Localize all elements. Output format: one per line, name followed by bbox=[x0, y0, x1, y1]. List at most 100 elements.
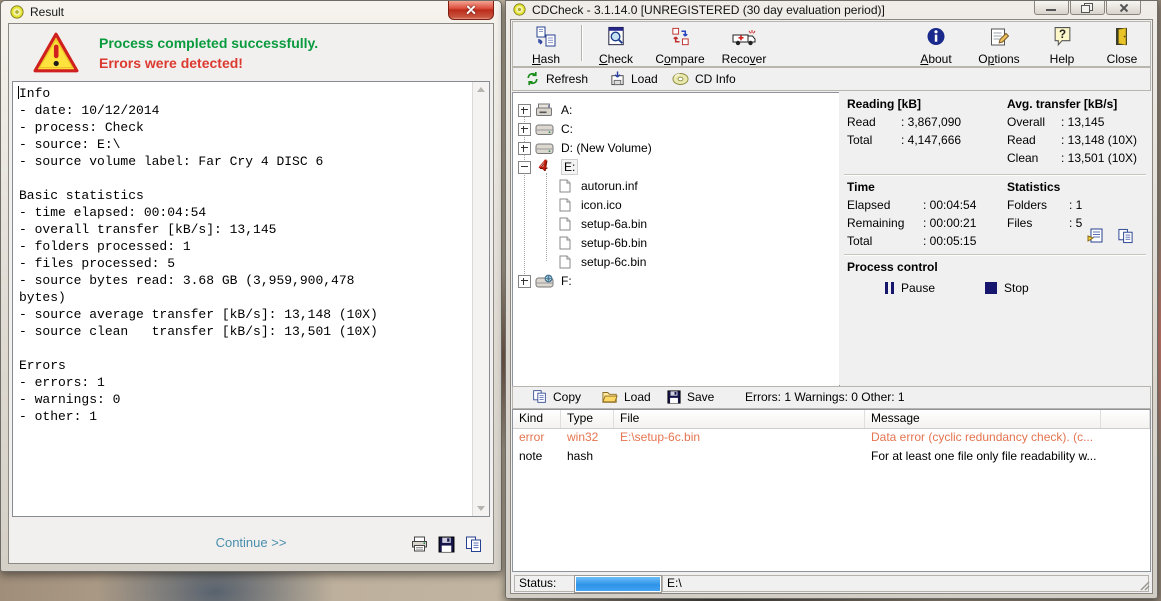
tree-item-file[interactable]: setup-6a.bin bbox=[513, 215, 839, 234]
process-control-title: Process control bbox=[847, 260, 938, 274]
expand-plus-icon[interactable] bbox=[518, 142, 531, 155]
hard-drive-icon bbox=[535, 124, 554, 136]
minimize-icon[interactable] bbox=[1034, 1, 1069, 15]
stat-value: : 00:00:21 bbox=[923, 216, 976, 230]
svg-text:?: ? bbox=[1058, 29, 1065, 41]
pause-icon bbox=[885, 282, 894, 294]
stat-value: : 5 bbox=[1069, 216, 1082, 230]
save-icon[interactable] bbox=[438, 536, 455, 553]
collapse-minus-icon[interactable] bbox=[518, 161, 531, 174]
save-report-icon[interactable] bbox=[1087, 228, 1104, 244]
log-copy-button[interactable]: Copy bbox=[532, 388, 581, 405]
column-header-file[interactable]: File bbox=[614, 410, 865, 428]
stat-value: : 00:05:15 bbox=[923, 234, 976, 248]
close-icon[interactable] bbox=[448, 1, 494, 20]
scroll-down-icon[interactable] bbox=[477, 506, 485, 511]
about-button[interactable]: About bbox=[905, 23, 967, 68]
resize-grip[interactable] bbox=[1138, 579, 1150, 591]
log-row-note[interactable]: note hash For at least one file only fil… bbox=[513, 447, 1150, 466]
stat-label: Total bbox=[847, 133, 872, 147]
toolbar-separator bbox=[581, 25, 582, 61]
tree-item-drive-c[interactable]: C: bbox=[513, 120, 839, 139]
open-folder-icon bbox=[602, 390, 618, 403]
tree-item-drive-f[interactable]: F: bbox=[513, 272, 839, 291]
copy-icon bbox=[532, 389, 547, 404]
error-message: Errors were detected! bbox=[99, 53, 318, 73]
statistics-section-title: Statistics bbox=[1007, 180, 1060, 194]
reading-section-title: Reading [kB] bbox=[847, 97, 921, 111]
info-icon bbox=[926, 26, 946, 47]
tree-item-drive-d[interactable]: D: (New Volume) bbox=[513, 139, 839, 158]
avg-transfer-section-title: Avg. transfer [kB/s] bbox=[1007, 97, 1117, 111]
stop-icon bbox=[985, 282, 997, 294]
tree-item-file[interactable]: setup-6b.bin bbox=[513, 234, 839, 253]
column-header-kind[interactable]: Kind bbox=[513, 410, 561, 428]
scroll-up-icon[interactable] bbox=[477, 87, 485, 92]
column-header-type[interactable]: Type bbox=[561, 410, 614, 428]
recover-button[interactable]: Recover bbox=[713, 23, 775, 68]
copy-icon[interactable] bbox=[1117, 228, 1134, 244]
section-divider bbox=[844, 254, 1146, 255]
stat-value: : 3,867,090 bbox=[901, 115, 961, 129]
stat-label: Read bbox=[847, 115, 876, 129]
stat-label: Folders bbox=[1007, 198, 1047, 212]
expand-plus-icon[interactable] bbox=[518, 123, 531, 136]
stat-label: Files bbox=[1007, 216, 1032, 230]
report-scrollbar[interactable] bbox=[472, 82, 489, 516]
check-icon bbox=[605, 26, 628, 48]
cdcheck-client-area: Hash Check Compare Recover About bbox=[510, 19, 1153, 594]
log-save-button[interactable]: Save bbox=[667, 388, 714, 405]
column-header-message[interactable]: Message bbox=[865, 410, 1101, 428]
status-label: Status: bbox=[514, 575, 576, 592]
stop-button[interactable]: Stop bbox=[985, 281, 1029, 295]
cd-app-icon bbox=[513, 3, 526, 16]
print-icon[interactable] bbox=[410, 535, 429, 553]
log-load-button[interactable]: Load bbox=[602, 388, 651, 405]
statistics-pane: Reading [kB] Read : 3,867,090 Total : 4,… bbox=[839, 92, 1151, 385]
load-icon bbox=[610, 71, 625, 86]
result-body: Process completed successfully. Errors w… bbox=[8, 23, 494, 564]
load-button[interactable]: Load bbox=[610, 70, 658, 87]
file-icon bbox=[559, 198, 571, 212]
tree-item-drive-e[interactable]: 4 E: bbox=[513, 158, 839, 177]
floppy-drive-icon bbox=[535, 103, 554, 118]
expand-plus-icon[interactable] bbox=[518, 275, 531, 288]
stat-value: : 13,501 (10X) bbox=[1061, 151, 1137, 165]
stat-value: : 1 bbox=[1069, 198, 1082, 212]
file-icon bbox=[559, 255, 571, 269]
result-window-title: Result bbox=[30, 5, 64, 19]
column-header-filler bbox=[1101, 410, 1150, 428]
progress-bar bbox=[574, 575, 662, 593]
help-button[interactable]: ? Help bbox=[1031, 23, 1093, 68]
options-button[interactable]: Options bbox=[968, 23, 1030, 68]
check-button[interactable]: Check bbox=[585, 23, 647, 68]
section-divider bbox=[844, 174, 1146, 175]
tree-item-file[interactable]: icon.ico bbox=[513, 196, 839, 215]
pause-button[interactable]: Pause bbox=[885, 281, 935, 295]
expand-plus-icon[interactable] bbox=[518, 104, 531, 117]
log-toolbar: Copy Load Save Errors: 1 Warnings: 0 Oth… bbox=[512, 386, 1151, 409]
cd-icon bbox=[672, 72, 689, 86]
cd-app-icon bbox=[10, 5, 24, 19]
drive-tree: A: C: D: (New Volume) 4 E: bbox=[512, 92, 840, 387]
status-path: E:\ bbox=[662, 575, 1149, 592]
cd-info-button[interactable]: CD Info bbox=[672, 70, 736, 87]
hash-button[interactable]: Hash bbox=[515, 23, 577, 68]
result-titlebar[interactable]: Result bbox=[1, 1, 501, 23]
compare-button[interactable]: Compare bbox=[649, 23, 711, 68]
report-textarea[interactable]: Info - date: 10/12/2014 - process: Check… bbox=[12, 81, 490, 517]
close-icon[interactable] bbox=[1106, 1, 1141, 15]
copy-icon[interactable] bbox=[464, 535, 483, 553]
result-status-text: Process completed successfully. Errors w… bbox=[99, 33, 318, 73]
farcry4-disc-icon: 4 bbox=[539, 157, 547, 175]
door-icon bbox=[1112, 26, 1132, 47]
restore-icon[interactable] bbox=[1070, 1, 1105, 15]
close-app-button[interactable]: Close bbox=[1091, 23, 1153, 68]
tree-item-file[interactable]: setup-6c.bin bbox=[513, 253, 839, 272]
tree-item-file[interactable]: autorun.inf bbox=[513, 177, 839, 196]
refresh-button[interactable]: Refresh bbox=[525, 70, 588, 87]
log-row-error[interactable]: error win32 E:\setup-6c.bin Data error (… bbox=[513, 428, 1150, 447]
stat-value: : 13,148 (10X) bbox=[1061, 133, 1137, 147]
compare-icon bbox=[669, 26, 692, 48]
tree-item-drive-a[interactable]: A: bbox=[513, 101, 839, 120]
